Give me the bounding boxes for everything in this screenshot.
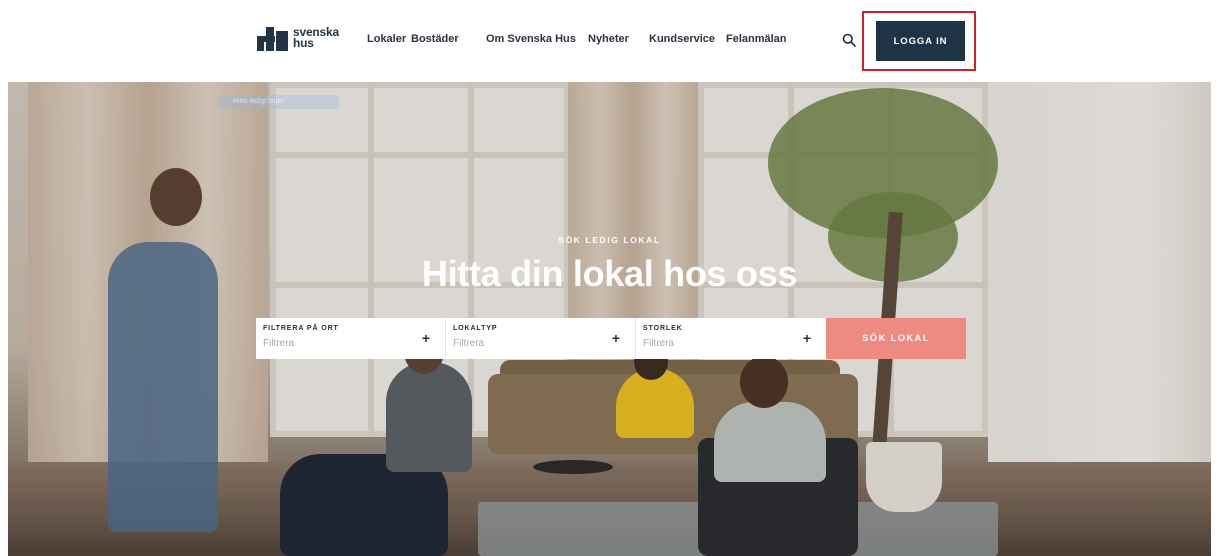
login-button[interactable]: LOGGA IN [876,21,965,61]
nav-item-felanmalan[interactable]: Felanmälan [726,33,787,45]
plus-icon[interactable]: + [803,331,811,345]
search-bar: FILTRERA PÅ ORT Filtrera + LOKALTYP Filt… [256,318,966,359]
hero-eyebrow: SÖK LEDIG LOKAL [558,235,661,245]
filter-type-label: LOKALTYP [453,325,498,332]
search-icon[interactable] [842,33,856,47]
site-header: svenska hus Lokaler Bostäder Om Svenska … [0,0,1219,82]
nav-item-lokaler[interactable]: Lokaler [367,33,406,45]
svenska-hus-logo[interactable]: svenska hus [257,26,339,55]
search-submit-button[interactable]: SÖK LOKAL [826,318,966,359]
filter-size-input[interactable]: Filtrera [643,338,674,349]
nav-item-kundservice[interactable]: Kundservice [649,33,715,45]
filter-type[interactable]: LOKALTYP Filtrera + [446,318,636,359]
logo-mark-icon [257,27,289,51]
hero-title: Hitta din lokal hos oss [421,253,798,294]
filter-location[interactable]: FILTRERA PÅ ORT Filtrera + [256,318,446,359]
filter-size[interactable]: STORLEK Filtrera + [636,318,826,359]
nav-item-om-svenska-hus[interactable]: Om Svenska Hus [486,33,576,45]
filter-size-label: STORLEK [643,325,683,332]
nav-item-nyheter[interactable]: Nyheter [588,33,629,45]
nav-item-bostader[interactable]: Bostäder [411,33,459,45]
filter-location-input[interactable]: Filtrera [263,338,294,349]
logo-wordmark: svenska hus [293,26,339,50]
plus-icon[interactable]: + [612,331,620,345]
ghost-chip: Hitta ledigt lager [217,95,339,109]
plus-icon[interactable]: + [422,331,430,345]
filter-type-input[interactable]: Filtrera [453,338,484,349]
filter-location-label: FILTRERA PÅ ORT [263,325,339,332]
logo-line-2: hus [293,36,314,50]
